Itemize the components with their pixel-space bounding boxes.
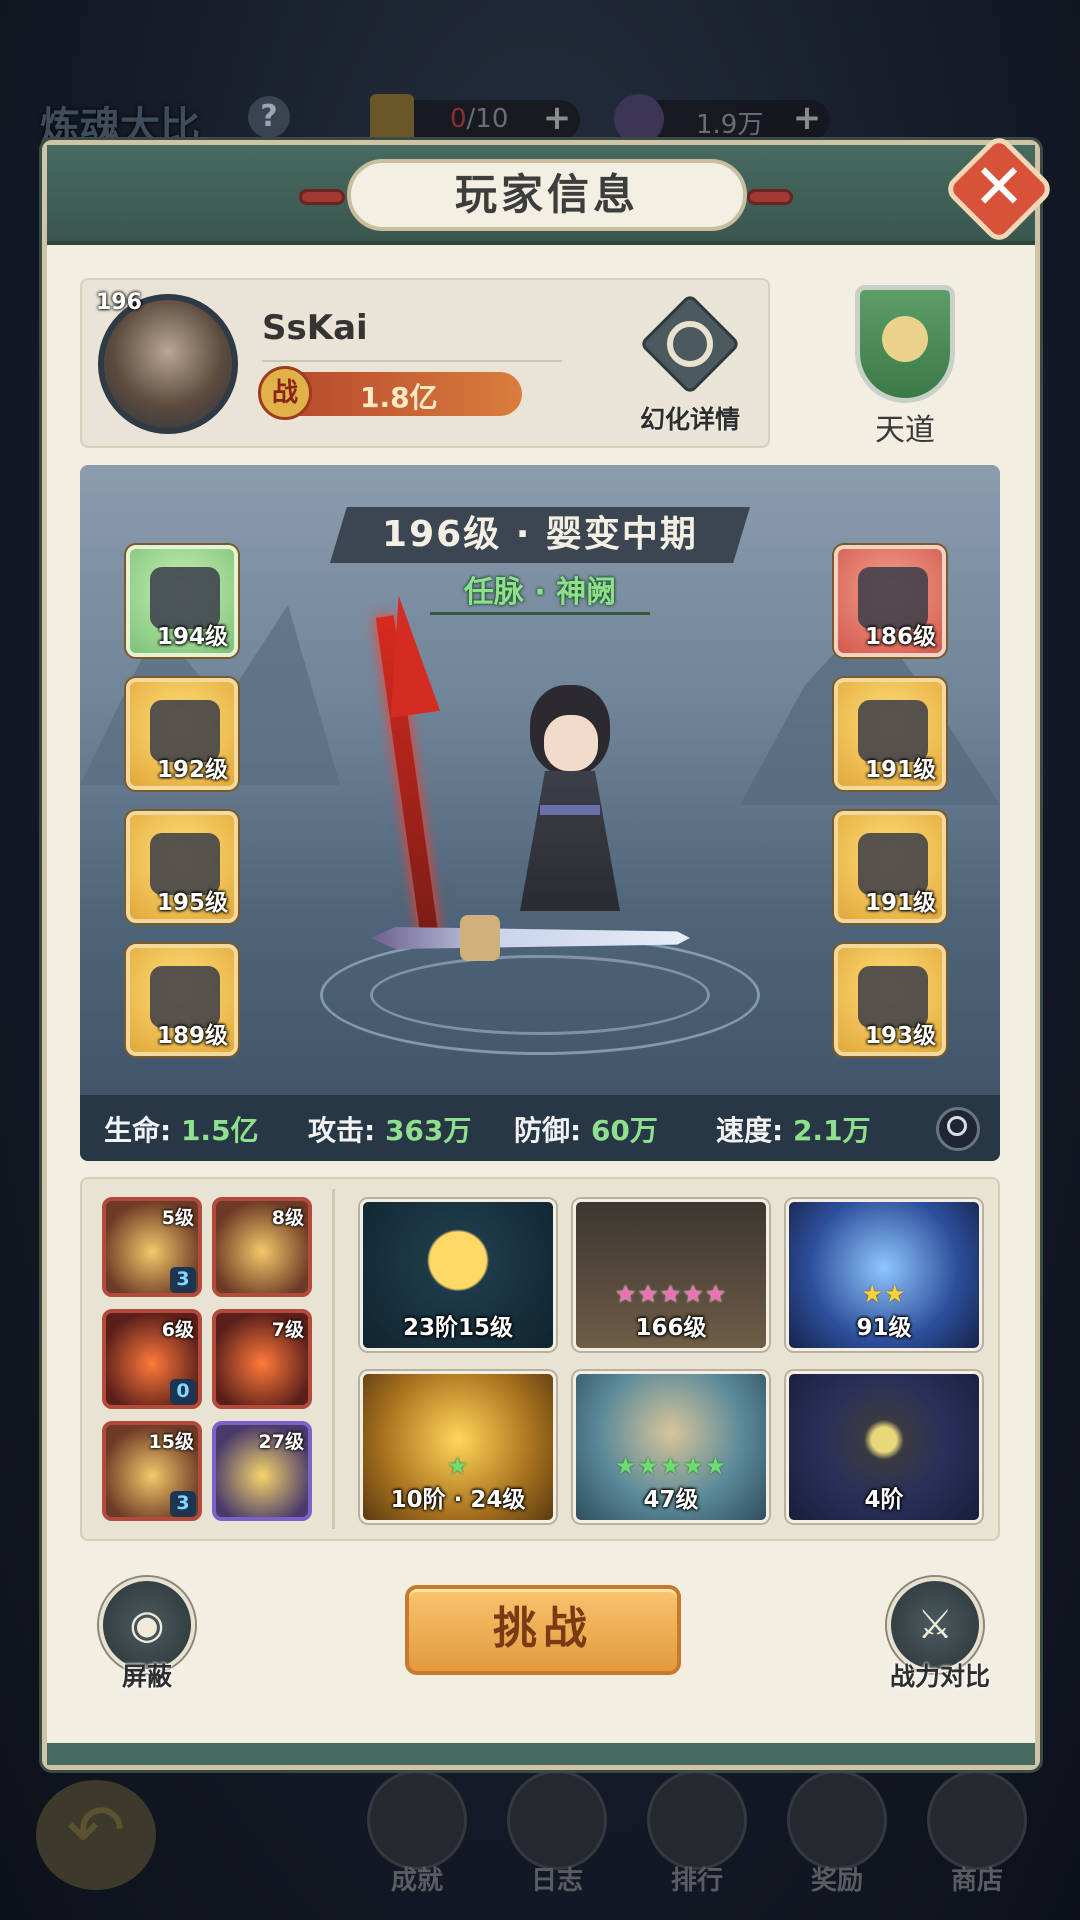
rope-knot-left <box>299 189 345 205</box>
realm-banner: 196级 · 婴变中期 <box>330 507 750 563</box>
skill-slot-1[interactable]: 5级 3 <box>102 1197 202 1297</box>
stat-attack: 攻击: 363万 <box>308 1114 472 1147</box>
stat-defense: 防御: 60万 <box>514 1114 658 1147</box>
morph-details-label: 幻化详情 <box>639 405 740 434</box>
combat-power-value: 1.8亿 <box>360 381 438 414</box>
close-button[interactable]: ✕ <box>942 132 1056 246</box>
skill-slot-2[interactable]: 8级 <box>212 1197 312 1297</box>
nav-achievements[interactable]: 成就 <box>362 1770 472 1900</box>
treasure-card-spirit[interactable]: ★ 10阶 · 24级 <box>360 1371 556 1523</box>
bottom-nav: ↶ 成就 日志 排行 奖励 商店 <box>0 1770 1080 1920</box>
combat-power: 战 1.8亿 <box>258 366 522 420</box>
treasure-card-beast[interactable]: ★★ 91级 <box>786 1199 982 1351</box>
crossed-swords-icon: ⚔ <box>917 1602 953 1648</box>
add-soul-button[interactable]: + <box>792 101 822 135</box>
challenge-button[interactable]: 挑战 <box>405 1585 681 1675</box>
rank-shield-icon <box>855 285 955 403</box>
equip-slot-left-3[interactable]: 195级 <box>126 811 238 923</box>
rope-knot-right <box>747 189 793 205</box>
soul-icon <box>614 94 664 144</box>
player-name: SsKai <box>262 308 368 348</box>
treasure-card-shield[interactable]: ★★★★★ 47级 <box>573 1371 769 1523</box>
achievements-icon <box>367 1770 467 1870</box>
skill-slot-5[interactable]: 15级 3 <box>102 1421 202 1521</box>
treasure-card-amulet[interactable]: 4阶 <box>786 1371 982 1523</box>
skill-slot-3[interactable]: 6级 0 <box>102 1309 202 1409</box>
player-level: 196 <box>96 290 142 315</box>
search-icon[interactable] <box>936 1107 980 1151</box>
ticket-count: 0/10 <box>450 104 509 134</box>
player-info-dialog: 玩家信息 ✕ 196 SsKai 战 1.8亿 幻化详情 天道 196级 · 婴… <box>42 132 1056 1770</box>
equip-slot-left-1[interactable]: 194级 <box>126 545 238 657</box>
equip-slot-right-3[interactable]: 191级 <box>834 811 946 923</box>
equip-slot-left-2[interactable]: 192级 <box>126 678 238 790</box>
meridian-label: 任脉 · 神阙 <box>430 571 650 615</box>
log-icon <box>507 1770 607 1870</box>
close-icon: ✕ <box>973 150 1025 223</box>
resource-soul: 1.9万 + <box>614 94 830 144</box>
back-icon[interactable]: ↶ <box>36 1780 156 1890</box>
equip-slot-right-4[interactable]: 193级 <box>834 944 946 1056</box>
morph-icon <box>639 293 741 395</box>
nav-log[interactable]: 日志 <box>502 1770 612 1900</box>
sword-guard <box>460 915 500 961</box>
eye-icon: ◉ <box>129 1602 165 1648</box>
equip-slot-right-2[interactable]: 191级 <box>834 678 946 790</box>
ranking-icon <box>647 1770 747 1870</box>
skills-and-treasures: 5级 3 8级 6级 0 7级 15级 3 27级 23阶15级 ★★★★★ 166级… <box>80 1177 1000 1541</box>
dialog-title: 玩家信息 <box>347 159 747 231</box>
nav-shop[interactable]: 商店 <box>922 1770 1032 1900</box>
soul-amount: 1.9万 <box>696 110 764 140</box>
equip-slot-left-4[interactable]: 189级 <box>126 944 238 1056</box>
skill-slot-4[interactable]: 7级 <box>212 1309 312 1409</box>
rank-badge[interactable]: 天道 <box>835 285 975 455</box>
avatar[interactable] <box>98 294 238 434</box>
rank-label: 天道 <box>875 413 935 448</box>
treasure-card-orb[interactable]: 23阶15级 <box>360 1199 556 1351</box>
stats-bar: 生命: 1.5亿 攻击: 363万 防御: 60万 速度: 2.1万 <box>80 1095 1000 1161</box>
help-icon[interactable]: ? <box>248 96 290 138</box>
stat-speed: 速度: 2.1万 <box>716 1114 871 1147</box>
hero-character <box>490 685 650 945</box>
resource-ticket: 0/10 + <box>370 94 580 144</box>
section-divider <box>332 1189 335 1529</box>
ticket-icon <box>370 94 414 144</box>
rewards-icon <box>787 1770 887 1870</box>
nav-rewards[interactable]: 奖励 <box>782 1770 892 1900</box>
combat-power-icon: 战 <box>258 366 312 420</box>
shop-icon <box>927 1770 1027 1870</box>
name-divider <box>262 360 562 362</box>
dialog-footer <box>47 1743 1035 1765</box>
equip-slot-right-1[interactable]: 186级 <box>834 545 946 657</box>
nav-ranking[interactable]: 排行 <box>642 1770 752 1900</box>
add-ticket-button[interactable]: + <box>542 101 572 135</box>
stat-hp: 生命: 1.5亿 <box>104 1114 259 1147</box>
compare-power-label: 战力对比 <box>889 1662 990 1691</box>
skill-slot-6[interactable]: 27级 <box>212 1421 312 1521</box>
treasure-card-weapon[interactable]: ★★★★★ 166级 <box>573 1199 769 1351</box>
dialog-header: 玩家信息 ✕ <box>47 132 1056 246</box>
player-card: 196 SsKai 战 1.8亿 幻化详情 <box>80 278 770 448</box>
character-stage: 196级 · 婴变中期 任脉 · 神阙 194级 192级 195级 189级 … <box>80 465 1000 1161</box>
morph-details-button[interactable]: 幻化详情 <box>630 293 750 440</box>
water-ripple-inner <box>370 955 710 1035</box>
hide-label: 屏蔽 <box>121 1662 172 1691</box>
